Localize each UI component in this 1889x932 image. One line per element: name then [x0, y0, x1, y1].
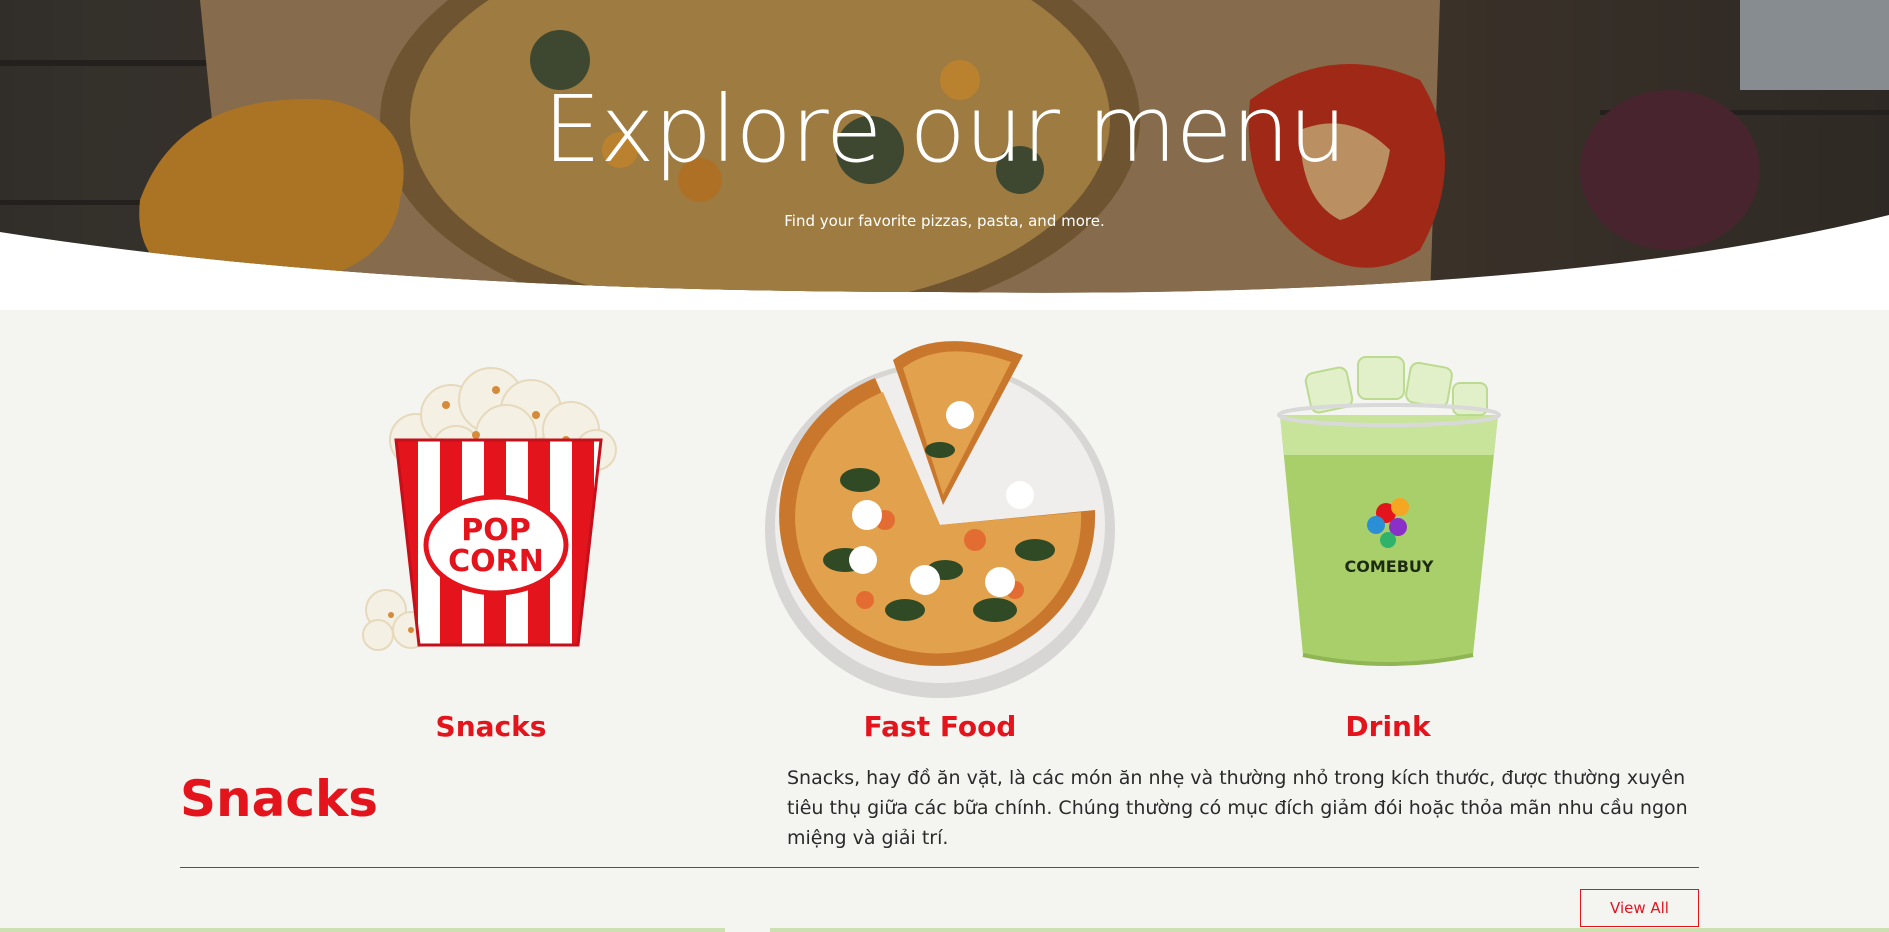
category-snacks[interactable]: POP CORN Snacks: [281, 310, 701, 750]
popcorn-icon: POP CORN: [362, 367, 617, 651]
category-label-fast-food: Fast Food: [863, 710, 1017, 743]
bottom-strip-left: [0, 928, 725, 932]
popcorn-text-pop: POP: [461, 513, 530, 548]
category-drink[interactable]: COMEBUY Drink: [1178, 310, 1598, 750]
popcorn-text-corn: CORN: [448, 544, 544, 579]
view-all-button[interactable]: View All: [1580, 889, 1699, 927]
category-list: POP CORN Snacks Fast Food COMEBUY Drink: [0, 310, 1889, 750]
section-heading: Snacks: [180, 770, 378, 828]
category-fast-food[interactable]: Fast Food: [730, 310, 1150, 750]
section-description: Snacks, hay đồ ăn vặt, là các món ăn nhẹ…: [787, 767, 1688, 849]
section-divider: [180, 867, 1699, 868]
drink-cup-icon: COMEBUY: [1277, 356, 1501, 666]
hero-subtitle: Find your favorite pizzas, pasta, and mo…: [784, 212, 1105, 230]
hero-banner: Explore our menu Find your favorite pizz…: [0, 0, 1889, 310]
hero-title: Explore our menu: [543, 76, 1347, 183]
drink-brand-label: COMEBUY: [1345, 557, 1434, 576]
bottom-strip-right: [770, 928, 1889, 932]
category-label-drink: Drink: [1345, 710, 1431, 743]
pizza-icon: [765, 341, 1115, 698]
category-label-snacks: Snacks: [435, 710, 547, 743]
